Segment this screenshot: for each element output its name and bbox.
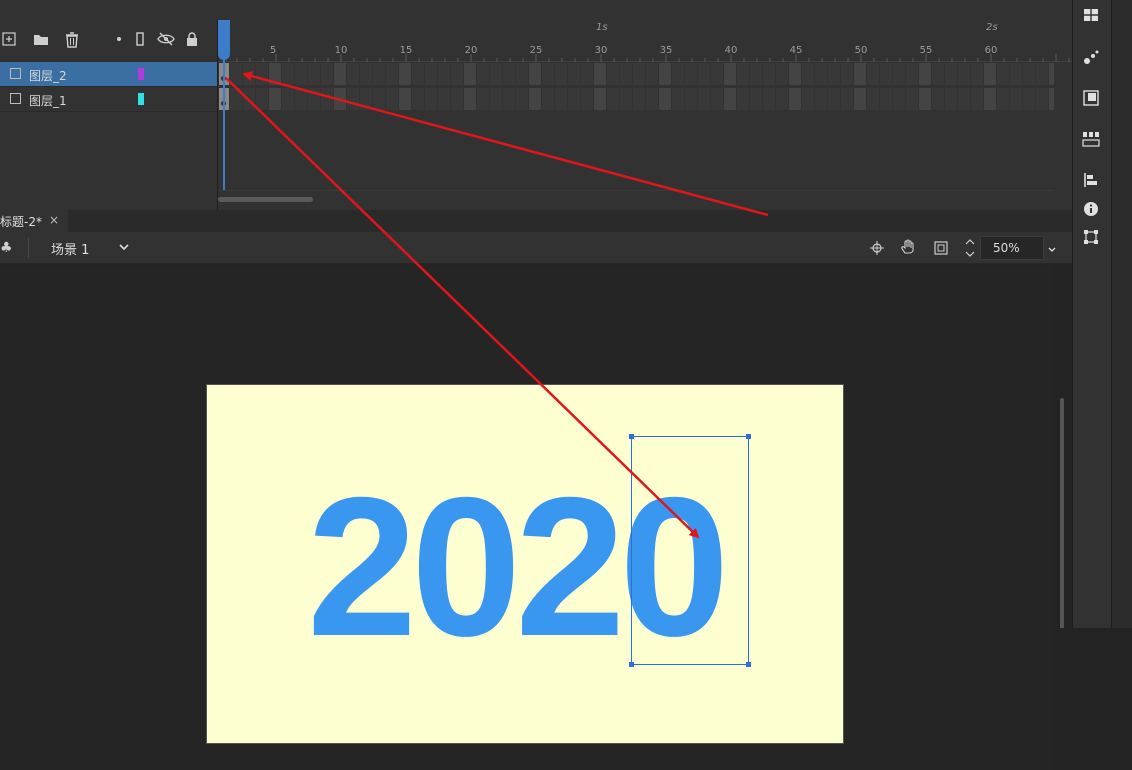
frame-grid[interactable] xyxy=(218,62,1054,111)
delete-icon[interactable] xyxy=(63,32,81,50)
chevron-down-icon[interactable] xyxy=(117,239,131,258)
empty-area xyxy=(1054,628,1132,770)
scene-label[interactable]: 场景 1 xyxy=(51,239,89,258)
document-tab-title: 未标题-2* xyxy=(0,215,42,229)
layer-name: 图层_1 xyxy=(29,94,67,108)
layer-row-2[interactable]: 图层_2 xyxy=(0,62,218,86)
document-tab[interactable]: 未标题-2* × xyxy=(0,210,68,232)
zoom-select[interactable]: 50% xyxy=(980,236,1044,260)
playhead-handle[interactable] xyxy=(218,20,230,60)
layer-color-swatch[interactable] xyxy=(138,93,144,105)
new-layer-icon[interactable] xyxy=(0,32,18,50)
lock-icon[interactable] xyxy=(183,32,201,50)
symbol-icon[interactable]: ♣ xyxy=(0,240,13,256)
transform-icon[interactable] xyxy=(1082,229,1100,247)
document-tabbar: 未标题-2* × xyxy=(0,210,1072,232)
layer-icon xyxy=(10,93,21,104)
divider xyxy=(1111,0,1112,628)
outline-icon[interactable] xyxy=(131,32,149,50)
second-label: 2s xyxy=(986,22,998,33)
layer-toolbar xyxy=(0,20,218,62)
divider xyxy=(218,190,1054,191)
layer-icon xyxy=(10,68,21,79)
components-icon[interactable] xyxy=(1082,90,1100,108)
selection-handle[interactable] xyxy=(746,662,751,667)
divider xyxy=(28,238,29,258)
folder-icon[interactable] xyxy=(32,32,50,50)
library-icon[interactable] xyxy=(1082,8,1100,26)
clip-stage-icon[interactable] xyxy=(934,240,948,259)
second-label: 1s xyxy=(596,22,608,33)
timeline-horizontal-scrollbar[interactable] xyxy=(218,197,313,202)
eye-off-icon[interactable] xyxy=(157,32,175,50)
divider xyxy=(0,86,218,87)
zoom-value: 50% xyxy=(993,241,1020,255)
info-icon[interactable] xyxy=(1082,201,1100,219)
layer-color-swatch[interactable] xyxy=(138,68,144,80)
selection-handle[interactable] xyxy=(629,434,634,439)
divider xyxy=(0,111,218,112)
top-toolbar-strip xyxy=(0,0,1072,20)
playhead-line[interactable] xyxy=(223,60,225,190)
dot-icon[interactable] xyxy=(110,32,128,50)
zoom-stepper-icon[interactable] xyxy=(964,236,976,264)
motion-presets-icon[interactable] xyxy=(1082,50,1100,68)
close-icon[interactable]: × xyxy=(49,213,59,227)
code-snippets-icon[interactable] xyxy=(1082,130,1100,148)
frame-cells[interactable] xyxy=(218,62,1054,111)
selection-bounding-box[interactable] xyxy=(629,434,751,667)
selection-handle[interactable] xyxy=(746,434,751,439)
edit-bar: ♣ 场景 1 xyxy=(0,232,1072,264)
frame-ruler[interactable]: 1s 2s 5 10 15 20 25 30 35 40 45 50 55 60 xyxy=(218,20,1072,62)
selection-handle[interactable] xyxy=(629,662,634,667)
layer-name: 图层_2 xyxy=(29,69,67,83)
stage-vertical-scrollbar-thumb[interactable] xyxy=(1060,398,1064,630)
crosshair-icon[interactable] xyxy=(870,240,884,259)
align-icon[interactable] xyxy=(1082,172,1100,190)
chevron-down-icon[interactable] xyxy=(1046,241,1058,260)
hand-tool-icon[interactable] xyxy=(900,239,918,259)
ruler-ticks xyxy=(223,54,1070,62)
layer-row-1[interactable]: 图层_1 xyxy=(0,87,218,111)
